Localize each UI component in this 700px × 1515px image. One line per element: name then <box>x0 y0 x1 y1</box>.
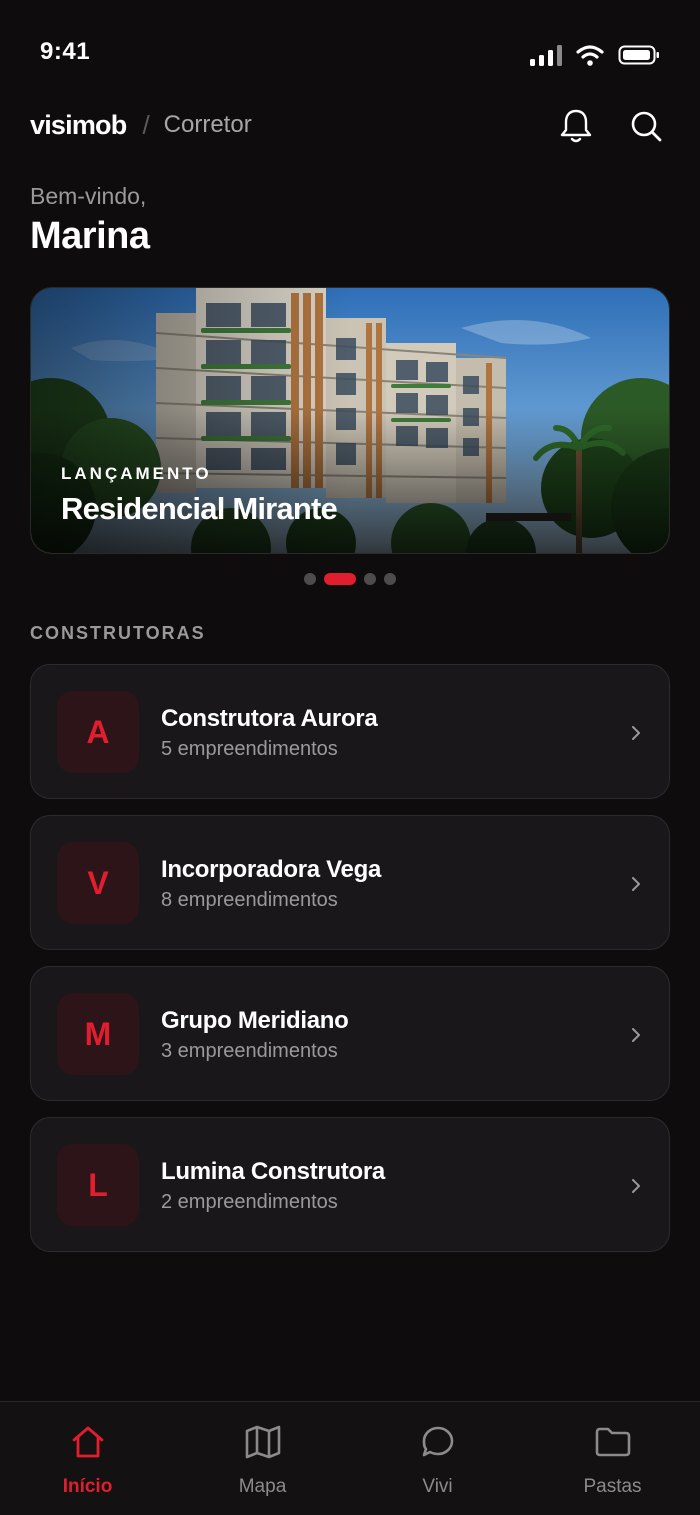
map-icon <box>245 1425 280 1459</box>
builder-project-count: 2 empreendimentos <box>161 1191 338 1213</box>
home-icon <box>72 1426 103 1458</box>
tab-label: Mapa <box>238 1476 287 1497</box>
chevron-right-icon <box>632 726 640 740</box>
search-button[interactable] <box>622 102 670 150</box>
header-actions <box>552 102 670 150</box>
carousel-dot[interactable] <box>364 573 376 585</box>
builder-card[interactable]: V Incorporadora Vega 8 empreendimentos <box>30 815 670 950</box>
header-separator: / <box>142 109 150 140</box>
builder-name: Grupo Meridiano <box>161 1007 349 1034</box>
chevron-right-icon <box>632 1179 640 1193</box>
chat-icon <box>422 1426 453 1457</box>
notifications-button[interactable] <box>552 102 600 150</box>
builder-card[interactable]: M Grupo Meridiano 3 empreendimentos <box>30 966 670 1101</box>
banner-title: Residencial Mirante <box>61 491 338 526</box>
app-header: visimob / Corretor <box>30 100 670 150</box>
home-screen: 9:41 visimob / Corretor Bem-vindo, Marin… <box>0 0 700 1515</box>
builder-card[interactable]: A Construtora Aurora 5 empreendimentos <box>30 664 670 799</box>
featured-banner[interactable]: LANÇAMENTO Residencial Mirante <box>30 287 670 554</box>
status-bar: 9:41 <box>0 0 700 100</box>
builder-initial-badge: L <box>57 1144 139 1226</box>
tab-label: Vivi <box>422 1476 453 1497</box>
user-name: Marina <box>30 215 150 257</box>
bottom-tab-bar: Início Mapa Vivi Pastas <box>0 1401 700 1515</box>
carousel-dot-active[interactable] <box>324 573 356 585</box>
builder-initial-badge: M <box>57 993 139 1075</box>
carousel-dot[interactable] <box>384 573 396 585</box>
builder-project-count: 3 empreendimentos <box>161 1040 338 1062</box>
section-title: CONSTRUTORAS <box>30 623 206 643</box>
builder-project-count: 8 empreendimentos <box>161 889 338 911</box>
builder-project-count: 5 empreendimentos <box>161 738 338 760</box>
wifi-icon <box>576 45 604 66</box>
tab-label: Início <box>62 1476 113 1497</box>
banner-tag: LANÇAMENTO <box>61 464 212 483</box>
builder-initial-badge: V <box>57 842 139 924</box>
builder-name: Incorporadora Vega <box>161 856 381 883</box>
status-icons <box>530 44 660 66</box>
status-time: 9:41 <box>40 38 91 65</box>
carousel-pagination <box>0 573 700 585</box>
builder-name: Lumina Construtora <box>161 1158 385 1185</box>
welcome-greeting: Bem-vindo, <box>30 183 147 209</box>
tab-label: Pastas <box>583 1476 642 1497</box>
app-logo: visimob <box>30 109 127 140</box>
builder-name: Construtora Aurora <box>161 705 378 732</box>
cellular-signal-icon <box>530 44 562 66</box>
battery-icon <box>618 45 659 65</box>
builder-list: A Construtora Aurora 5 empreendimentos V… <box>30 664 670 1268</box>
chevron-right-icon <box>632 1028 640 1042</box>
builder-card[interactable]: L Lumina Construtora 2 empreendimentos <box>30 1117 670 1252</box>
chevron-right-icon <box>632 877 640 891</box>
tab-pastas[interactable]: Pastas <box>525 1402 700 1515</box>
folder-icon <box>595 1427 630 1457</box>
builder-initial-badge: A <box>57 691 139 773</box>
tab-inicio[interactable]: Início <box>0 1402 175 1515</box>
tab-mapa[interactable]: Mapa <box>175 1402 350 1515</box>
user-role: Corretor <box>163 111 252 138</box>
search-icon <box>631 111 662 142</box>
tab-vivi[interactable]: Vivi <box>350 1402 525 1515</box>
bell-icon <box>560 109 592 143</box>
carousel-dot[interactable] <box>304 573 316 585</box>
